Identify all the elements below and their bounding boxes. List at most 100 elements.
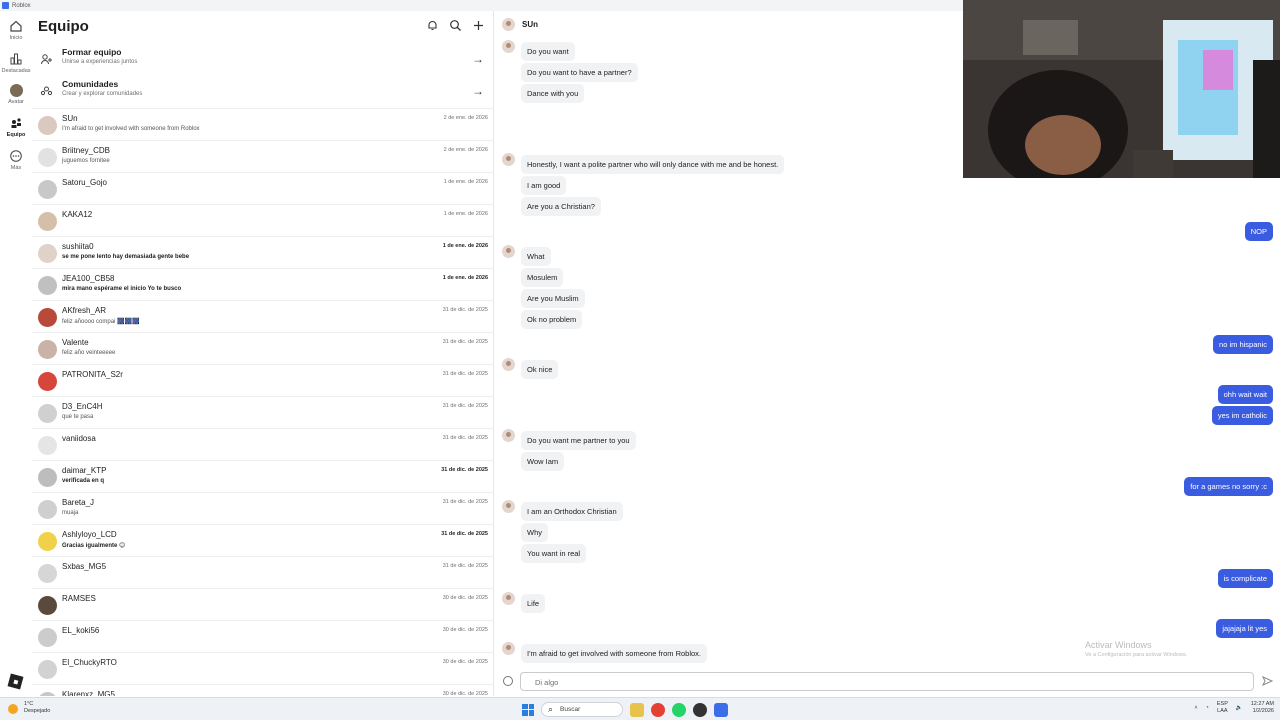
team-icon	[11, 118, 21, 128]
incoming-message[interactable]: You want in real	[521, 544, 587, 563]
chat-name: AKfresh_AR	[62, 306, 107, 315]
message-avatar[interactable]	[502, 40, 515, 53]
communities-row[interactable]: Comunidades Crear y explorar comunidades…	[32, 76, 493, 108]
chat-list-item[interactable]: daimar_KTP verificada en q 31 de dic. de 2…	[32, 460, 493, 492]
roblox-taskbar-icon[interactable]	[714, 702, 728, 717]
add-icon[interactable]	[472, 19, 485, 32]
chat-list-item[interactable]: El_ChuckyRTO 30 de dic. de 2025	[32, 652, 493, 684]
contact-name[interactable]: SUn	[522, 20, 538, 29]
chat-date: 2 de ene. de 2026	[443, 147, 488, 153]
form-team-row[interactable]: Formar equipo Unirse a experiencias junt…	[32, 44, 493, 76]
rail-item-mas[interactable]: Más	[0, 149, 32, 171]
outgoing-message[interactable]: for a games no sorry :c	[1184, 477, 1273, 496]
message-avatar[interactable]	[502, 245, 515, 258]
message-avatar[interactable]	[502, 642, 515, 655]
bell-icon[interactable]	[426, 19, 439, 32]
chat-list-item[interactable]: Klarenxz_MG5 30 de dic. de 2025	[32, 684, 493, 696]
chat-list-item[interactable]: Valente feliz año veinteeeee 31 de dic. de…	[32, 332, 493, 364]
chat-list-item[interactable]: SUn I'm afraid to get involved with someo…	[32, 108, 493, 140]
outgoing-message[interactable]: jajajaja lit yes	[1216, 619, 1273, 638]
outgoing-message[interactable]: no im hispanic	[1213, 335, 1273, 354]
incoming-message[interactable]: Ok no problem	[521, 310, 583, 329]
incoming-message[interactable]: Are you Muslim	[521, 289, 585, 308]
rail-label: Destacadas	[1, 68, 31, 74]
weather-widget[interactable]: 1°C Despejado	[8, 701, 50, 715]
rail-label: Avatar	[8, 99, 24, 105]
whatsapp-icon[interactable]	[672, 702, 686, 717]
incoming-message[interactable]: Wow Iam	[521, 452, 565, 471]
message-avatar[interactable]	[502, 500, 515, 513]
incoming-message[interactable]: I am good	[521, 176, 567, 195]
chat-date: 30 de dic. de 2025	[442, 691, 488, 696]
rail-item-inicio[interactable]: Inicio	[0, 19, 32, 41]
incoming-message[interactable]: Mosulem	[521, 268, 564, 287]
chat-list-item[interactable]: AKfresh_AR feliz añoooo compai 🎆🎆🎆 31 de d…	[32, 300, 493, 332]
rail-item-avatar[interactable]: Avatar	[0, 84, 32, 105]
incoming-message[interactable]: Do you want to have a partner?	[521, 63, 638, 82]
chat-date: 31 de dic. de 2025	[442, 499, 488, 505]
incoming-message[interactable]: I am an Orthodox Christian	[521, 502, 623, 521]
avatar	[38, 276, 57, 295]
chat-preview: que te pasa	[62, 414, 94, 420]
rail-item-equipo[interactable]: Equipo	[0, 116, 32, 138]
chrome-icon[interactable]	[651, 702, 665, 717]
chat-list-item[interactable]: EL_koki56 30 de dic. de 2025	[32, 620, 493, 652]
chat-list-item[interactable]: Bareta_J muaja 31 de dic. de 2025	[32, 492, 493, 524]
chat-list-item[interactable]: JEA100_CB58 mira mano espérame el inicio …	[32, 268, 493, 300]
chat-date: 31 de dic. de 2025	[442, 339, 488, 345]
chat-list-item[interactable]: D3_EnC4H que te pasa 31 de dic. de 2025	[32, 396, 493, 428]
chevron-up-icon[interactable]: ˄	[1194, 705, 1197, 711]
chat-list-item[interactable]: Briitney_CDB juguemos fornitee 2 de ene. d…	[32, 140, 493, 172]
roblox-logo-icon[interactable]	[7, 673, 24, 690]
chat-preview: mira mano espérame el inicio Yo te busco	[62, 286, 182, 292]
taskbar-search[interactable]: Buscar	[541, 702, 623, 717]
avatar	[38, 660, 57, 679]
chat-list-item[interactable]: KAKA12 1 de ene. de 2026	[32, 204, 493, 236]
message-input[interactable]: Di algo	[520, 672, 1254, 691]
chat-list-item[interactable]: vaniidosa 31 de dic. de 2025	[32, 428, 493, 460]
chat-date: 31 de dic. de 2025	[442, 403, 488, 409]
home-icon	[10, 20, 22, 32]
search-icon[interactable]	[449, 19, 462, 32]
app-icon[interactable]	[693, 702, 707, 717]
incoming-message[interactable]: I'm afraid to get involved with someone …	[521, 644, 708, 663]
chat-list-item[interactable]: Sxbas_MG5 31 de dic. de 2025	[32, 556, 493, 588]
file-explorer-icon[interactable]	[630, 702, 644, 717]
chat-list-item[interactable]: RAMSES 30 de dic. de 2025	[32, 588, 493, 620]
chat-list-item[interactable]: Ashlyloyo_LCD Gracias igualmente 😊 31 de d…	[32, 524, 493, 556]
message-avatar[interactable]	[502, 358, 515, 371]
message-avatar[interactable]	[502, 429, 515, 442]
emoji-icon[interactable]	[503, 676, 513, 686]
language-indicator[interactable]: ESP LAA	[1217, 701, 1228, 715]
window-title: Roblox	[12, 2, 31, 9]
incoming-message[interactable]: Why	[521, 523, 548, 542]
incoming-message[interactable]: Honestly, I want a polite partner who wi…	[521, 155, 785, 174]
chat-name: Satoru_Gojo	[62, 178, 107, 187]
incoming-message[interactable]: Do you want me partner to you	[521, 431, 636, 450]
chat-list-item[interactable]: PATRONITA_S2r 31 de dic. de 2025	[32, 364, 493, 396]
clock[interactable]: 12:27 AM 1/2/2026	[1251, 701, 1274, 715]
volume-icon[interactable]: 🔈	[1236, 705, 1243, 711]
windows-start-icon[interactable]	[522, 703, 534, 716]
outgoing-message[interactable]: yes im catholic	[1211, 406, 1273, 425]
incoming-message[interactable]: Life	[521, 594, 546, 613]
avatar	[38, 596, 57, 615]
outgoing-message[interactable]: is complicate	[1217, 569, 1273, 588]
incoming-message[interactable]: Dance with you	[521, 84, 585, 103]
incoming-message[interactable]: Ok nice	[521, 360, 559, 379]
weather-desc: Despejado	[24, 708, 51, 714]
message-avatar[interactable]	[502, 153, 515, 166]
outgoing-message[interactable]: ohh wait wait	[1217, 385, 1273, 404]
chat-list-item[interactable]: sushiita0 se me pone lento hay demasiada …	[32, 236, 493, 268]
chat-list-item[interactable]: Satoru_Gojo 1 de ene. de 2026	[32, 172, 493, 204]
incoming-message[interactable]: What	[521, 247, 551, 266]
incoming-message[interactable]: Do you want	[521, 42, 575, 61]
message-avatar[interactable]	[502, 592, 515, 605]
send-icon[interactable]	[1262, 676, 1273, 686]
system-tray: ˄ ◔ ESP LAA 🔈 12:27 AM 1/2/2026	[1194, 701, 1274, 715]
incoming-message[interactable]: Are you a Christian?	[521, 197, 601, 216]
outgoing-message[interactable]: NOP	[1244, 222, 1273, 241]
wifi-icon[interactable]: ◔	[1206, 705, 1209, 711]
rail-item-destacadas[interactable]: Destacadas	[0, 52, 32, 74]
contact-avatar[interactable]	[502, 18, 515, 31]
